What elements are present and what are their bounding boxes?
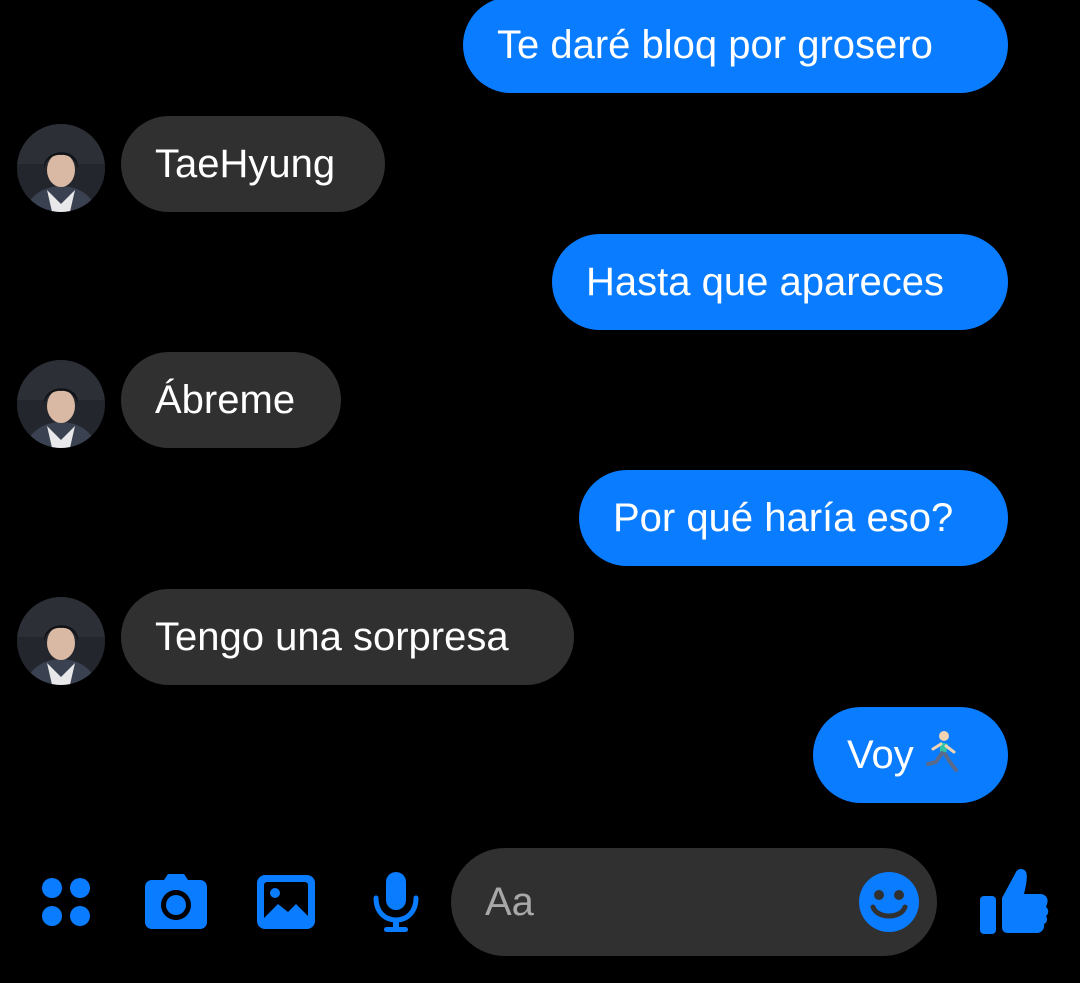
message-bubble-outgoing[interactable]: Te daré bloq por grosero	[463, 0, 1008, 93]
message-text: TaeHyung	[155, 142, 336, 186]
message-bubble-incoming[interactable]: TaeHyung	[121, 116, 385, 212]
microphone-icon[interactable]	[372, 870, 420, 934]
running-man-emoji-icon	[920, 730, 960, 781]
contact-avatar[interactable]	[17, 124, 105, 212]
message-bubble-outgoing[interactable]: Hasta que apareces	[552, 234, 1008, 330]
message-text: Ábreme	[155, 378, 296, 422]
message-input[interactable]: Aa	[451, 848, 937, 956]
message-bubble-incoming[interactable]: Tengo una sorpresa	[121, 589, 574, 685]
message-bubble-outgoing[interactable]: Por qué haría eso?	[579, 470, 1008, 566]
emoji-icon[interactable]	[858, 871, 920, 933]
message-bubble-incoming[interactable]: Ábreme	[121, 352, 341, 448]
message-text: Por qué haría eso?	[613, 496, 954, 540]
message-text: Voy	[847, 733, 914, 777]
avatar-image	[17, 360, 105, 448]
contact-avatar[interactable]	[17, 597, 105, 685]
message-input-placeholder: Aa	[485, 879, 534, 924]
message-text: Te daré bloq por grosero	[497, 23, 933, 67]
avatar-image	[17, 124, 105, 212]
gallery-icon[interactable]	[256, 874, 316, 930]
message-text: Tengo una sorpresa	[155, 615, 509, 659]
menu-dots-icon[interactable]	[40, 876, 94, 930]
message-bubble-outgoing[interactable]: Voy	[813, 707, 1008, 803]
avatar-image	[17, 597, 105, 685]
thumbs-up-icon[interactable]	[978, 866, 1050, 936]
camera-icon[interactable]	[144, 872, 208, 930]
contact-avatar[interactable]	[17, 360, 105, 448]
message-text: Hasta que apareces	[586, 260, 945, 304]
